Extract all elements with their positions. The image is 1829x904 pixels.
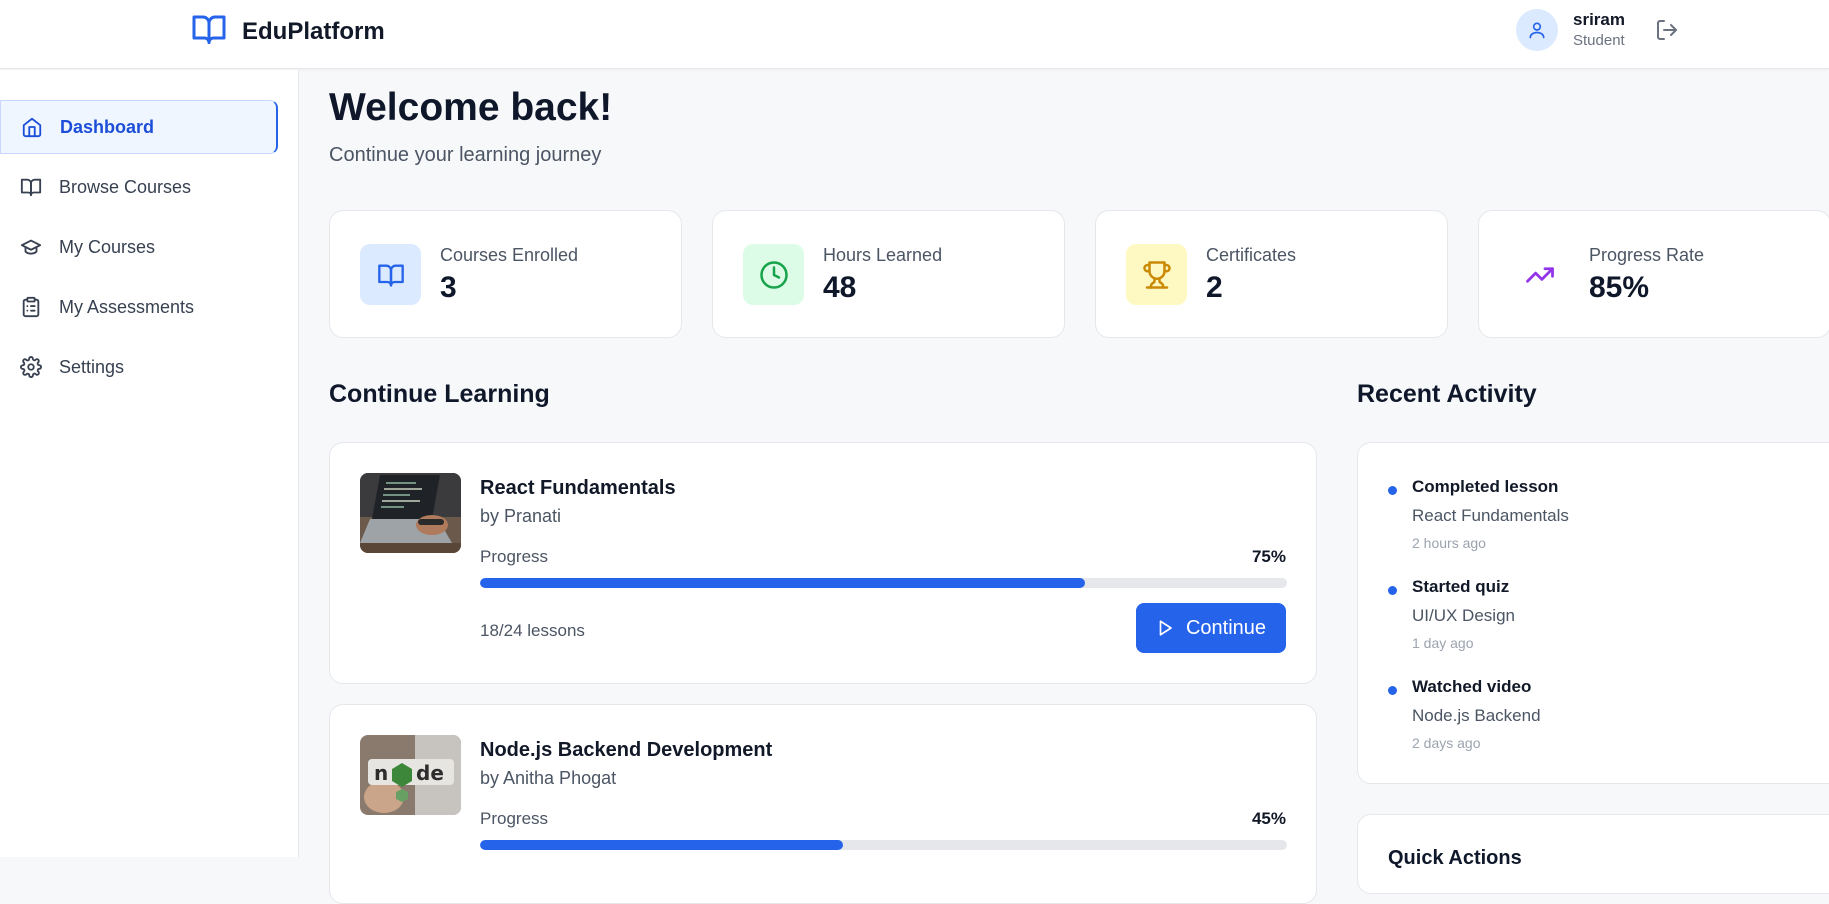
book-open-icon <box>19 175 43 199</box>
stat-icon-bg <box>1509 244 1570 305</box>
activity-time: 2 hours ago <box>1412 535 1486 551</box>
activity-time: 1 day ago <box>1412 635 1474 651</box>
activity-time: 2 days ago <box>1412 735 1481 751</box>
sidebar-item-my-courses[interactable]: My Courses <box>0 220 278 274</box>
svg-text:de: de <box>416 761 444 785</box>
book-open-icon <box>377 264 404 287</box>
course-title[interactable]: React Fundamentals <box>480 477 676 500</box>
stat-icon-bg <box>1126 244 1187 305</box>
stat-value: 3 <box>440 271 457 304</box>
stat-card-certificates: Certificates 2 <box>1095 210 1448 338</box>
progress-label: Progress <box>480 809 549 828</box>
clock-icon <box>759 260 788 289</box>
bullet-dot <box>1388 586 1397 595</box>
brand-name: EduPlatform <box>242 17 385 45</box>
home-icon <box>20 115 44 139</box>
stat-icon-bg <box>360 244 421 305</box>
activity-course: Node.js Backend <box>1412 706 1541 725</box>
continue-button[interactable]: Continue <box>1136 603 1286 653</box>
quick-actions-panel: Quick Actions <box>1357 814 1829 894</box>
stat-icon-bg <box>743 244 804 305</box>
gear-icon <box>19 355 43 379</box>
recent-activity-title: Recent Activity <box>1357 380 1537 408</box>
activity-action: Watched video <box>1412 677 1532 696</box>
avatar[interactable] <box>1516 9 1558 51</box>
trophy-icon <box>1142 260 1171 289</box>
book-open-icon <box>190 11 228 52</box>
stat-value: 2 <box>1206 271 1223 304</box>
stat-card-courses-enrolled: Courses Enrolled 3 <box>329 210 682 338</box>
course-thumbnail: n de <box>360 735 461 815</box>
logout-button[interactable] <box>1655 18 1679 42</box>
stat-value: 48 <box>823 271 857 304</box>
clipboard-list-icon <box>19 295 43 319</box>
course-author: by Anitha Phogat <box>480 768 617 788</box>
activity-action: Completed lesson <box>1412 477 1559 496</box>
user-info: sriram Student <box>1573 10 1625 50</box>
course-card-react-fundamentals[interactable]: React Fundamentals by Pranati Progress 7… <box>329 442 1317 684</box>
user-name: sriram <box>1573 9 1625 29</box>
progress-bar-fill <box>480 578 1086 588</box>
sidebar-item-settings[interactable]: Settings <box>0 340 278 394</box>
stat-card-progress-rate: Progress Rate 85% <box>1478 210 1829 338</box>
bullet-dot <box>1388 686 1397 695</box>
progress-bar <box>480 840 1287 850</box>
svg-text:n: n <box>374 761 388 785</box>
stat-label: Certificates <box>1206 245 1297 265</box>
progress-bar <box>480 578 1287 588</box>
course-author: by Pranati <box>480 506 562 526</box>
lesson-count: 18/24 lessons <box>480 621 585 640</box>
continue-button-label: Continue <box>1185 616 1267 639</box>
user-icon <box>1529 22 1545 39</box>
course-thumbnail <box>360 473 461 553</box>
stat-label: Hours Learned <box>823 245 943 265</box>
activity-course: React Fundamentals <box>1412 506 1569 525</box>
sidebar-item-label: Settings <box>59 356 125 377</box>
stat-label: Progress Rate <box>1589 245 1705 265</box>
quick-actions-title: Quick Actions <box>1388 847 1522 869</box>
bullet-dot <box>1388 486 1397 495</box>
user-menu: sriram Student <box>1516 9 1679 51</box>
stat-value: 85% <box>1589 271 1650 304</box>
recent-activity-panel: Completed lesson React Fundamentals 2 ho… <box>1357 442 1829 784</box>
activity-course: UI/UX Design <box>1412 606 1515 625</box>
course-title[interactable]: Node.js Backend Development <box>480 739 772 762</box>
graduation-cap-icon <box>19 235 43 259</box>
progress-percent: 45% <box>1251 809 1286 828</box>
logout-icon <box>1656 20 1677 40</box>
page-title: Welcome back! <box>329 86 613 129</box>
activity-action: Started quiz <box>1412 577 1510 596</box>
brand[interactable]: EduPlatform <box>190 11 385 52</box>
course-card-nodejs-backend[interactable]: n de Node.js Backend Development by Anit… <box>329 704 1317 904</box>
sidebar: Dashboard Browse Courses My Courses My A… <box>0 70 299 857</box>
sidebar-item-label: Browse Courses <box>59 176 192 197</box>
progress-bar-fill <box>480 840 844 850</box>
stat-card-hours-learned: Hours Learned 48 <box>712 210 1065 338</box>
sidebar-item-browse-courses[interactable]: Browse Courses <box>0 160 278 214</box>
stat-label: Courses Enrolled <box>440 245 579 265</box>
sidebar-item-my-assessments[interactable]: My Assessments <box>0 280 278 334</box>
sidebar-item-dashboard[interactable]: Dashboard <box>0 100 278 154</box>
progress-label: Progress <box>480 547 549 566</box>
page-subtitle: Continue your learning journey <box>329 144 602 166</box>
user-role: Student <box>1573 32 1625 50</box>
trending-up-icon <box>1525 266 1554 283</box>
progress-percent: 75% <box>1251 547 1286 566</box>
sidebar-item-label: My Courses <box>59 236 156 257</box>
sidebar-item-label: Dashboard <box>60 116 155 137</box>
play-icon <box>1159 620 1172 636</box>
continue-learning-title: Continue Learning <box>329 380 550 408</box>
sidebar-item-label: My Assessments <box>59 296 195 317</box>
top-header: EduPlatform sriram Student <box>0 0 1829 69</box>
